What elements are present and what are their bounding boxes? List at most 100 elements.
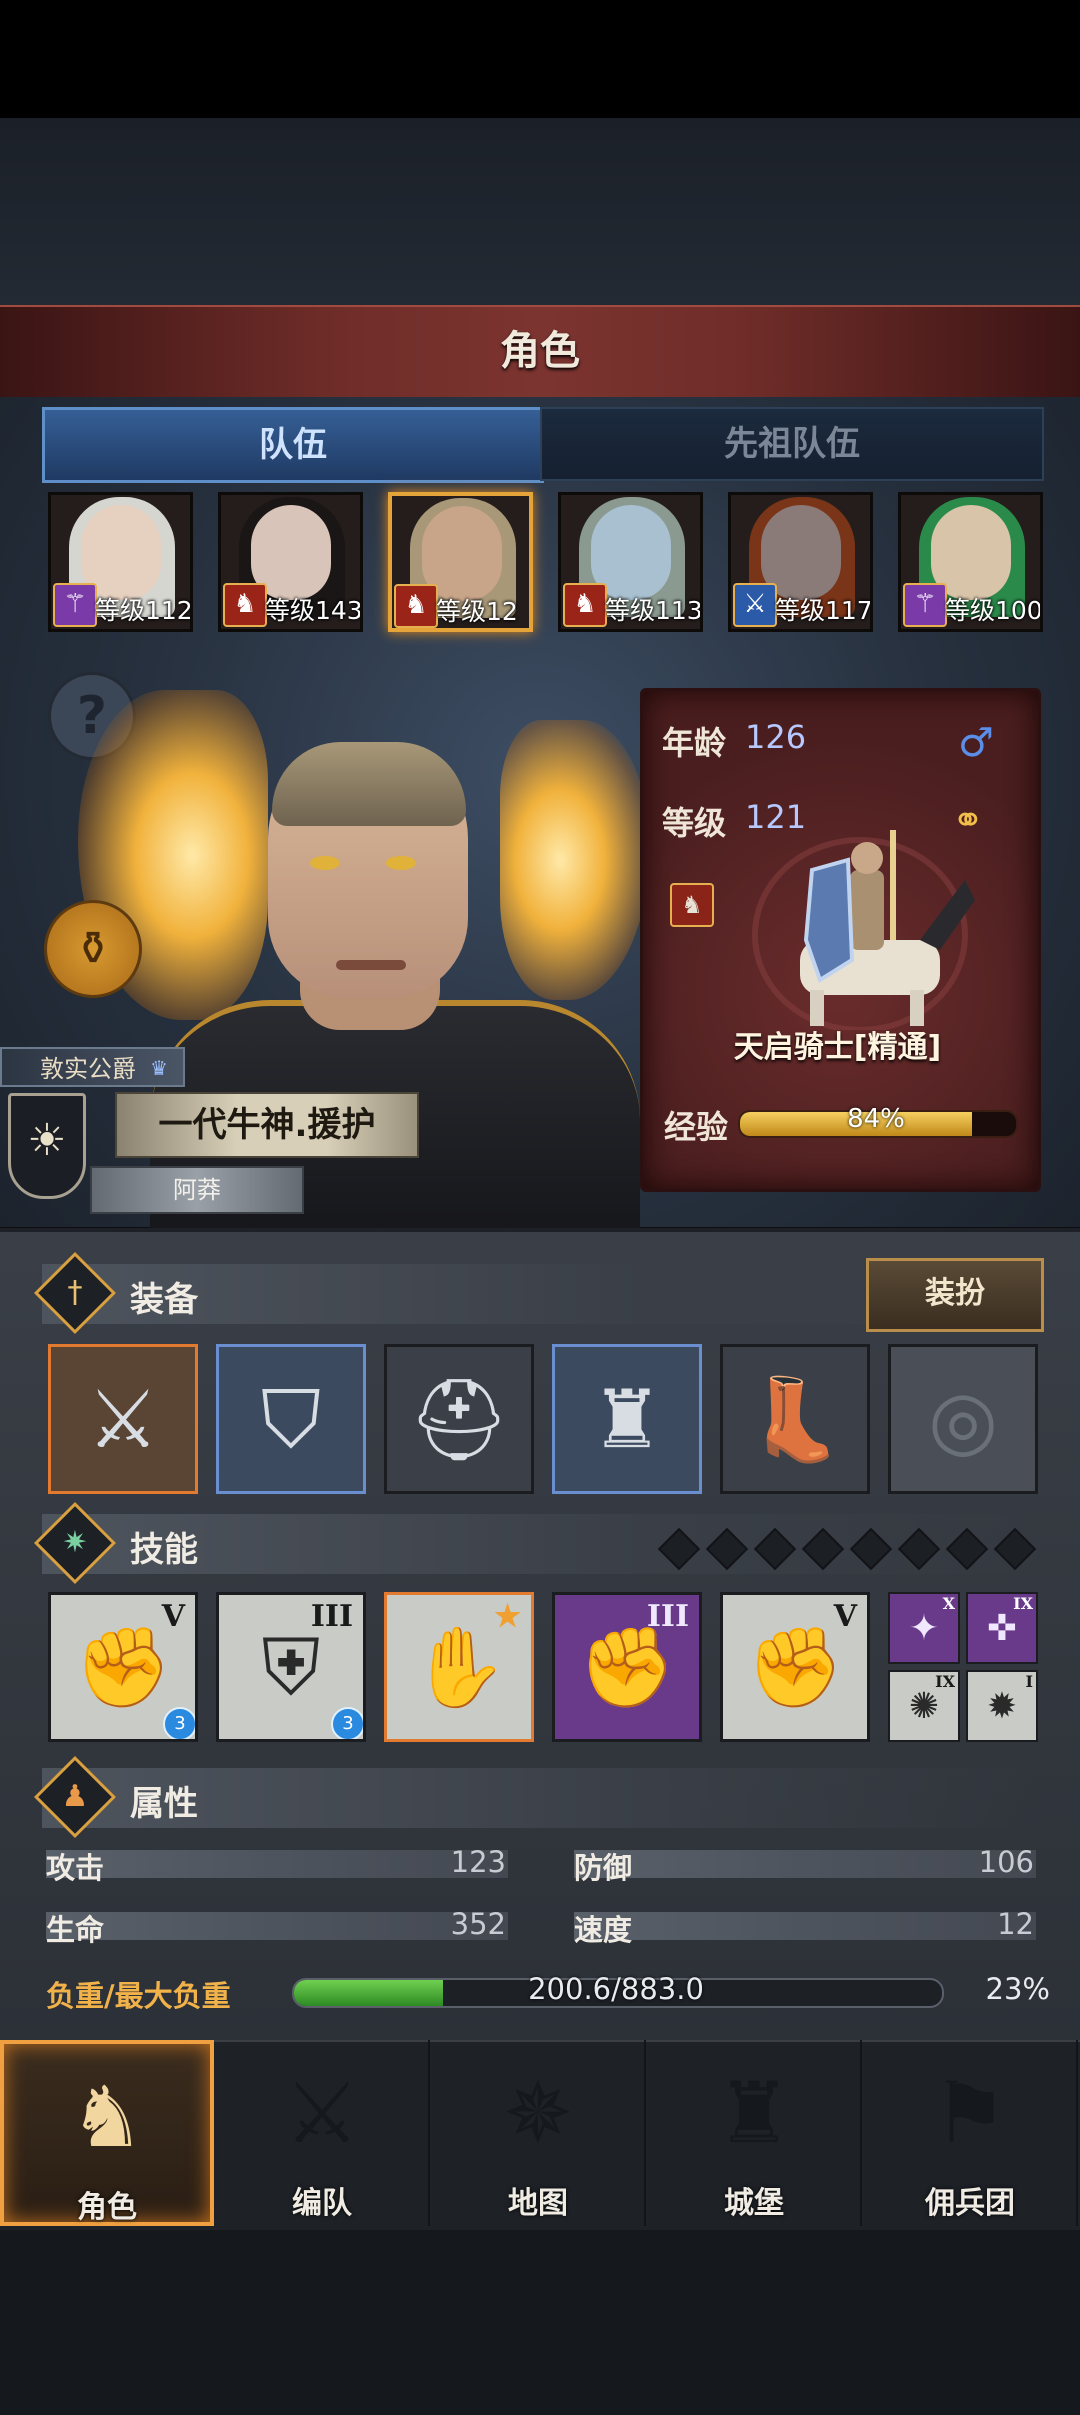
equipment-slot-helmet[interactable]: ⛑ xyxy=(384,1344,534,1494)
knight-mount-art xyxy=(752,830,975,1030)
sword-icon: ⚔ xyxy=(733,583,777,627)
nav-item[interactable]: ⚔ 编队 xyxy=(216,2040,430,2226)
dagger-icon: † xyxy=(67,1275,83,1310)
nav-label: 佣兵团 xyxy=(925,2186,1015,2221)
nav-item[interactable]: ⚑ 佣兵团 xyxy=(864,2040,1078,2226)
passive-skill-slot[interactable]: ✺ IX xyxy=(888,1670,960,1742)
age-value: 126 xyxy=(745,718,807,756)
character-name[interactable]: 一代牛神.援护 xyxy=(115,1092,419,1158)
skill-rank: ★ xyxy=(494,1599,521,1634)
speed-value: 12 xyxy=(997,1907,1034,1941)
tab-team[interactable]: 队伍 xyxy=(42,407,544,483)
character-eye-left xyxy=(310,856,340,870)
load-value: 200.6/883.0 xyxy=(528,1972,704,2006)
hero-level: 等级112 xyxy=(95,596,193,625)
speed-label: 速度 xyxy=(574,1913,633,1947)
passive-skill-slot[interactable]: ✦ X xyxy=(888,1592,960,1664)
skill-slot[interactable]: ✊ V xyxy=(720,1592,870,1742)
attributes-title: 属性 xyxy=(130,1784,198,1824)
staff-icon: ⚚ xyxy=(53,583,97,627)
character-mouth xyxy=(336,960,406,970)
attack-label: 攻击 xyxy=(46,1851,105,1885)
player-name: 阿莽 xyxy=(90,1166,304,1214)
equipment-title: 装备 xyxy=(130,1280,198,1320)
nav-label: 角色 xyxy=(77,2190,137,2225)
level-label: 等级 xyxy=(662,804,727,842)
hero-portrait[interactable]: ♞ 等级12 xyxy=(388,492,533,632)
skill-rank: V xyxy=(833,1599,857,1634)
nav-icon: ⚔ xyxy=(284,2064,360,2162)
passive-skill-rank: I xyxy=(1025,1672,1033,1691)
nav-icon: ✵ xyxy=(502,2064,574,2162)
nav-item[interactable]: ♞ 角色 xyxy=(0,2040,214,2226)
hero-level: 等级113 xyxy=(605,596,703,625)
horse-icon: ♞ xyxy=(563,583,607,627)
person-icon: ♟ xyxy=(61,1779,89,1814)
dress-up-button[interactable]: 装扮 xyxy=(866,1258,1044,1332)
potion-icon[interactable]: ⚱ xyxy=(44,900,142,998)
staff-icon: ⚚ xyxy=(903,583,947,627)
nav-item[interactable]: ✵ 地图 xyxy=(432,2040,646,2226)
nav-label: 城堡 xyxy=(724,2186,784,2221)
skill-slot[interactable]: ✊ III xyxy=(552,1592,702,1742)
tab-ancestor-team[interactable]: 先祖队伍 xyxy=(540,407,1044,481)
hero-level: 等级100 xyxy=(945,596,1043,625)
equipment-slot-boots[interactable]: 👢 xyxy=(720,1344,870,1494)
hero-portrait[interactable]: ⚚ 等级100 xyxy=(898,492,1043,632)
passive-skill-rank: X xyxy=(942,1594,955,1613)
skill-charge-badge: 3 xyxy=(331,1707,363,1739)
passive-skill-slot[interactable]: ✜ IX xyxy=(966,1592,1038,1664)
skills-title: 技能 xyxy=(130,1530,198,1570)
skill-rank: V xyxy=(161,1599,185,1634)
exp-label: 经验 xyxy=(664,1108,729,1146)
load-label: 负重/最大负重 xyxy=(46,1979,231,2013)
passive-skill-rank: IX xyxy=(935,1672,955,1691)
nav-icon: ♞ xyxy=(69,2068,145,2166)
nav-label: 编队 xyxy=(292,2186,352,2221)
character-eye-right xyxy=(386,856,416,870)
skill-rank: III xyxy=(310,1599,353,1634)
attack-value: 123 xyxy=(450,1845,506,1879)
hero-level: 等级12 xyxy=(436,597,518,626)
male-icon: ♂ xyxy=(958,720,994,766)
star-burst-icon: ✷ xyxy=(62,1525,88,1560)
equipment-slot-sword[interactable]: ⚔ xyxy=(48,1344,198,1494)
skill-rank: III xyxy=(646,1599,689,1634)
passive-skill-rank: IX xyxy=(1013,1594,1033,1613)
hero-portrait[interactable]: ♞ 等级113 xyxy=(558,492,703,632)
hero-portrait[interactable]: ♞ 等级143 xyxy=(218,492,363,632)
skill-slot[interactable]: ✋ ★ xyxy=(384,1592,534,1742)
equipment-slot-shield[interactable]: ⛉ xyxy=(216,1344,366,1494)
top-background xyxy=(0,118,1080,308)
nav-item[interactable]: ♜ 城堡 xyxy=(648,2040,862,2226)
page-title: 角色 xyxy=(500,328,580,374)
hp-label: 生命 xyxy=(46,1913,105,1947)
nav-icon: ⚑ xyxy=(932,2064,1008,2162)
hp-value: 352 xyxy=(450,1907,506,1941)
exp-percent: 84% xyxy=(847,1104,905,1134)
crown-icon: ♛ xyxy=(150,1056,168,1080)
load-percent: 23% xyxy=(985,1972,1050,2006)
hero-level: 等级143 xyxy=(265,596,363,625)
class-name: 天启骑士[精通] xyxy=(733,1030,942,1065)
defense-value: 106 xyxy=(978,1845,1034,1879)
knight-class-icon: ♞ xyxy=(670,883,714,927)
horse-icon: ♞ xyxy=(223,583,267,627)
hero-portrait[interactable]: ⚔ 等级117 xyxy=(728,492,873,632)
passive-skill-slot[interactable]: ✹ I xyxy=(966,1670,1038,1742)
horse-icon: ♞ xyxy=(394,584,438,628)
age-label: 年龄 xyxy=(662,724,727,762)
equipment-slot-ring-empty[interactable]: ◎ xyxy=(888,1344,1038,1494)
nav-icon: ♜ xyxy=(716,2064,792,2162)
skill-slot[interactable]: ⛨ III 3 xyxy=(216,1592,366,1742)
hero-level: 等级117 xyxy=(775,596,873,625)
skill-slot[interactable]: ✊ V 3 xyxy=(48,1592,198,1742)
hero-portrait[interactable]: ⚚ 等级112 xyxy=(48,492,193,632)
equipment-slot-armor[interactable]: ♜ xyxy=(552,1344,702,1494)
bottom-background xyxy=(0,2230,1080,2415)
defense-label: 防御 xyxy=(574,1851,633,1885)
skill-charge-badge: 3 xyxy=(163,1707,195,1739)
status-bar-area xyxy=(0,0,1080,118)
nav-label: 地图 xyxy=(508,2186,568,2221)
character-hair xyxy=(272,742,466,826)
